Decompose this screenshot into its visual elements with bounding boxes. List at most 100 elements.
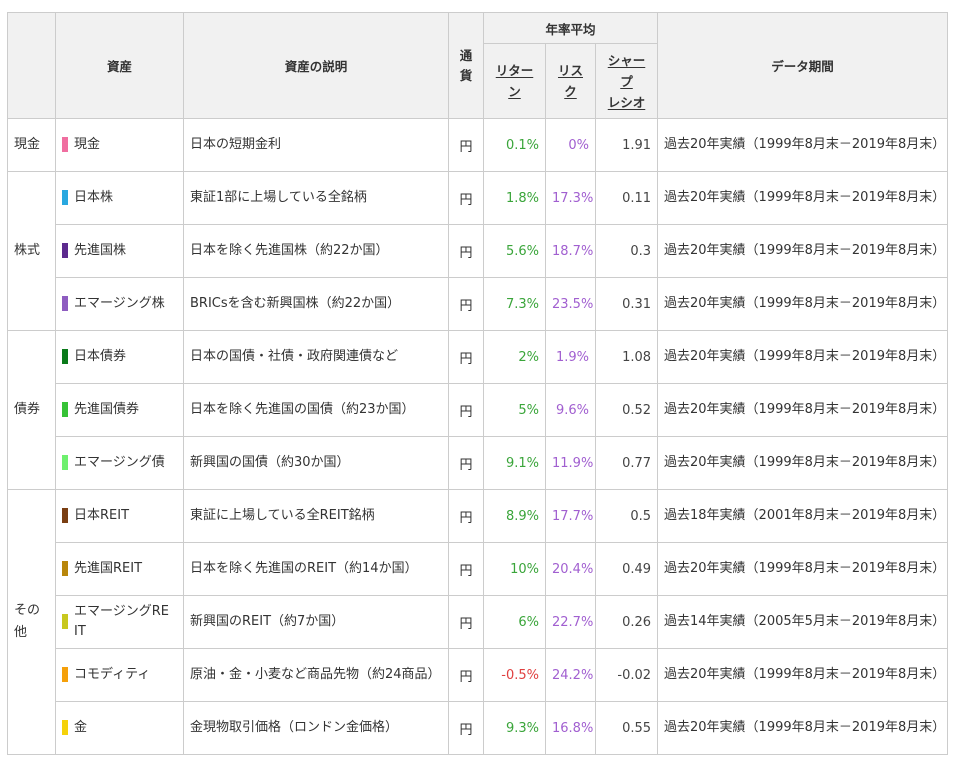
description-cell: 金現物取引価格（ロンドン金価格） [183,701,449,755]
description-cell: 原油・金・小麦など商品先物（約24商品） [183,648,449,702]
currency-cell: 円 [448,489,484,543]
group-label: 株式 [14,243,41,258]
risk-cell: 18.7% [545,224,596,278]
sharpe-cell: 0.3 [594,224,659,278]
description-cell: 東証1部に上場している全銘柄 [183,171,449,225]
table-row: 現金 現金 日本の短期金利円 0.1% 0% 1.91 過去20年実績（1999年8月末－2… [7,118,949,172]
period-cell: 過去20年実績（1999年8月末－2019年8月末） [657,330,949,384]
currency-cell: 円 [448,330,484,384]
risk-cell: 0% [545,118,596,172]
color-swatch [62,136,68,152]
color-swatch [62,348,68,364]
color-swatch [62,242,68,258]
risk-cell: 23.5% [545,277,596,331]
asset-label: コモディティ [74,667,151,682]
asset-label: 日本債券 [74,349,127,364]
risk-cell: 24.2% [545,648,596,702]
annual-average-header: 年率平均 [482,12,659,44]
sharpe-header-link[interactable]: シャー プ レシオ [608,53,646,110]
risk-header[interactable]: リス ク [545,43,596,119]
asset-label: 日本REIT [74,508,130,523]
asset-cell: エマージング株 [55,277,184,331]
color-swatch [62,454,68,470]
group-label: その 他 [14,603,41,640]
period-cell: 過去14年実績（2005年5月末－2019年8月末） [657,595,949,649]
risk-cell: 20.4% [545,542,596,596]
return-cell: 1.8% [483,171,546,225]
table-row: 株式 日本株 東証1部に上場している全銘柄円 1.8% 17.3% 0.11 過去20年実績… [7,171,949,331]
table-row: 金 金現物取引価格（ロンドン金価格）円 9.3% 16.8% 0.55 過去20年実績（1… [8,701,949,755]
risk-cell: 17.3% [545,171,596,225]
asset-cell: 先進国REIT [55,542,184,596]
color-swatch [62,666,68,682]
return-cell: -0.5% [483,648,546,702]
asset-cell: エマージングRE IT [55,595,184,649]
asset-label: エマージング債 [74,455,165,470]
table-row: エマージング債 新興国の国債（約30か国）円 9.1% 11.9% 0.77 過去20年実… [8,436,949,490]
asset-table: 資産 資産の説明 通 貨 年率平均 データ期間 リター ン リス ク シャー プ… [7,12,949,755]
risk-cell: 1.9% [545,330,596,384]
sharpe-cell: 0.31 [594,277,659,331]
group-cell: 債券 [7,330,56,490]
currency-cell: 円 [448,701,484,755]
return-header[interactable]: リター ン [483,43,546,119]
description-cell: 日本を除く先進国株（約22か国） [183,224,449,278]
description-cell: 新興国の国債（約30か国） [183,436,449,490]
period-cell: 過去20年実績（1999年8月末－2019年8月末） [657,542,949,596]
risk-cell: 11.9% [545,436,596,490]
asset-label: 先進国株 [74,243,127,258]
table-row: エマージング株 BRICsを含む新興国株（約22か国）円 7.3% 23.5% 0.31… [8,277,949,331]
currency-cell: 円 [448,595,484,649]
asset-cell: コモディティ [55,648,184,702]
period-cell: 過去20年実績（1999年8月末－2019年8月末） [657,436,949,490]
sharpe-cell: 0.11 [594,171,659,225]
description-cell: 日本の短期金利 [183,118,449,172]
return-cell: 10% [483,542,546,596]
asset-cell: 日本債券 [55,330,184,384]
table-row: 先進国債券 日本を除く先進国の国債（約23か国）円 5% 9.6% 0.52 過去20年実… [8,383,949,437]
sharpe-cell: 0.26 [594,595,659,649]
currency-cell: 円 [448,383,484,437]
return-cell: 7.3% [483,277,546,331]
color-swatch [62,189,68,205]
group-cell: 現金 [7,118,56,172]
asset-header: 資産 [55,12,184,119]
return-cell: 0.1% [483,118,546,172]
group-cell: その 他 [7,489,56,755]
color-swatch [62,401,68,417]
group-header [7,12,56,119]
sharpe-cell: 0.49 [594,542,659,596]
asset-cell: 先進国債券 [55,383,184,437]
color-swatch [62,507,68,523]
color-swatch [62,613,68,629]
asset-cell: エマージング債 [55,436,184,490]
table-row: コモディティ 原油・金・小麦など商品先物（約24商品）円 -0.5% 24.2% -0.… [8,648,949,702]
return-cell: 9.1% [483,436,546,490]
header-row-1: 資産 資産の説明 通 貨 年率平均 データ期間 [7,12,949,119]
sharpe-cell: 0.52 [594,383,659,437]
table-row: 先進国REIT 日本を除く先進国のREIT（約14か国）円 10% 20.4% 0.49… [8,542,949,596]
currency-header-label: 通 貨 [459,47,473,83]
description-cell: BRICsを含む新興国株（約22か国） [183,277,449,331]
color-swatch [62,560,68,576]
asset-label: 日本株 [74,190,114,205]
sharpe-cell: 0.55 [594,701,659,755]
risk-cell: 22.7% [545,595,596,649]
return-cell: 6% [483,595,546,649]
period-cell: 過去20年実績（1999年8月末－2019年8月末） [657,277,949,331]
group-label: 現金 [14,137,41,152]
table-header: 資産 資産の説明 通 貨 年率平均 データ期間 リター ン リス ク シャー プ… [7,12,949,119]
table-row: エマージングRE IT 新興国のREIT（約7か国）円 6% 22.7% 0.26 過去1… [8,595,949,649]
return-header-link[interactable]: リター ン [496,63,534,99]
period-cell: 過去18年実績（2001年8月末－2019年8月末） [657,489,949,543]
sharpe-header[interactable]: シャー プ レシオ [594,43,659,119]
risk-cell: 16.8% [545,701,596,755]
asset-cell: 日本REIT [55,489,184,543]
asset-label: 現金 [74,137,101,152]
risk-header-link[interactable]: リス ク [558,63,583,99]
asset-cell: 金 [55,701,184,755]
currency-cell: 円 [448,277,484,331]
period-cell: 過去20年実績（1999年8月末－2019年8月末） [657,648,949,702]
asset-cell: 現金 [55,118,184,172]
asset-label: 先進国債券 [74,402,140,417]
